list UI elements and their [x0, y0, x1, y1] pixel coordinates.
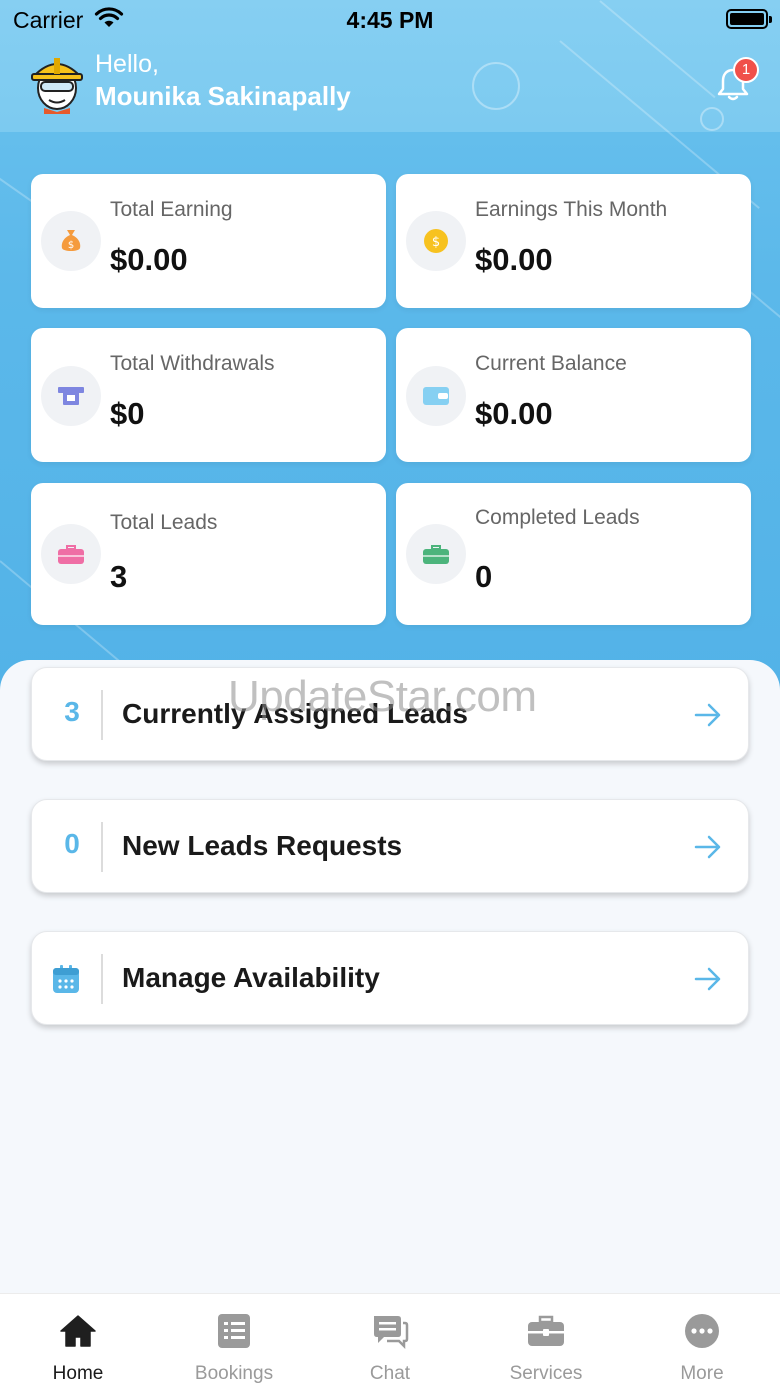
tab-bookings[interactable]: Bookings [156, 1294, 312, 1387]
stat-value: 3 [110, 559, 128, 594]
stat-card-total-leads[interactable]: Total Leads 3 [31, 483, 386, 625]
tab-label: Services [509, 1363, 583, 1384]
coin-icon: $ [406, 211, 466, 271]
arrow-right-icon [694, 835, 721, 859]
briefcase-icon [41, 524, 101, 584]
manage-availability-button[interactable]: Manage Availability [31, 931, 749, 1025]
tab-services[interactable]: Services [468, 1294, 624, 1387]
new-leads-title: New Leads Requests [122, 830, 403, 861]
tab-chat[interactable]: Chat [312, 1294, 468, 1387]
stat-card-earnings-this-month[interactable]: $ Earnings This Month $0.00 [396, 174, 751, 308]
divider [101, 822, 103, 872]
clock: 4:45 PM [346, 7, 434, 33]
stat-value: $0.00 [475, 242, 553, 277]
stat-label: Current Balance [475, 352, 627, 375]
tab-label: More [680, 1363, 724, 1384]
notification-badge: 1 [733, 57, 759, 83]
tab-label: Home [52, 1363, 104, 1384]
stat-label: Earnings This Month [475, 198, 668, 221]
more-icon [685, 1314, 719, 1348]
money-bag-icon: $ [41, 211, 101, 271]
status-bar: Carrier 4:45 PM [0, 0, 780, 40]
stat-card-current-balance[interactable]: Current Balance $0.00 [396, 328, 751, 462]
tab-label: Bookings [194, 1363, 274, 1384]
tab-bar: Home Bookings Chat Services More [0, 1293, 780, 1387]
stat-label: Completed Leads [475, 506, 640, 529]
wallet-icon [406, 366, 466, 426]
divider [101, 954, 103, 1004]
currently-assigned-leads-button[interactable]: 3 Currently Assigned Leads [31, 667, 749, 761]
assigned-leads-title: Currently Assigned Leads [122, 698, 468, 729]
arrow-right-icon [694, 703, 721, 727]
briefcase-icon [406, 524, 466, 584]
briefcase-icon [528, 1315, 564, 1346]
new-leads-count: 0 [64, 828, 80, 859]
list-icon [218, 1314, 250, 1348]
manage-availability-title: Manage Availability [122, 962, 380, 993]
chat-icon [374, 1316, 409, 1350]
stat-value: $0.00 [110, 242, 188, 277]
svg-text:$: $ [432, 235, 440, 250]
user-name: Mounika Sakinapally [95, 81, 351, 111]
stat-label: Total Withdrawals [110, 352, 275, 375]
arrow-right-icon [694, 967, 721, 991]
tab-label: Chat [369, 1363, 411, 1384]
stat-value: $0.00 [475, 396, 553, 431]
atm-icon [41, 366, 101, 426]
stat-value: $0 [110, 396, 145, 431]
home-icon [60, 1315, 96, 1347]
divider [101, 690, 103, 740]
stat-card-total-earning[interactable]: $ Total Earning $0.00 [31, 174, 386, 308]
stat-label: Total Leads [110, 511, 218, 534]
avatar[interactable] [30, 54, 84, 114]
tab-more[interactable]: More [624, 1294, 780, 1387]
greeting: Hello, [95, 50, 159, 78]
stat-label: Total Earning [110, 198, 233, 221]
battery-icon [726, 9, 772, 29]
calendar-icon [53, 965, 79, 993]
assigned-leads-count: 3 [64, 696, 80, 727]
new-leads-requests-button[interactable]: 0 New Leads Requests [31, 799, 749, 893]
stat-card-completed-leads[interactable]: Completed Leads 0 [396, 483, 751, 625]
tab-home[interactable]: Home [0, 1294, 156, 1387]
stat-value: 0 [475, 559, 493, 594]
svg-text:$: $ [68, 240, 74, 251]
stat-card-total-withdrawals[interactable]: Total Withdrawals $0 [31, 328, 386, 462]
